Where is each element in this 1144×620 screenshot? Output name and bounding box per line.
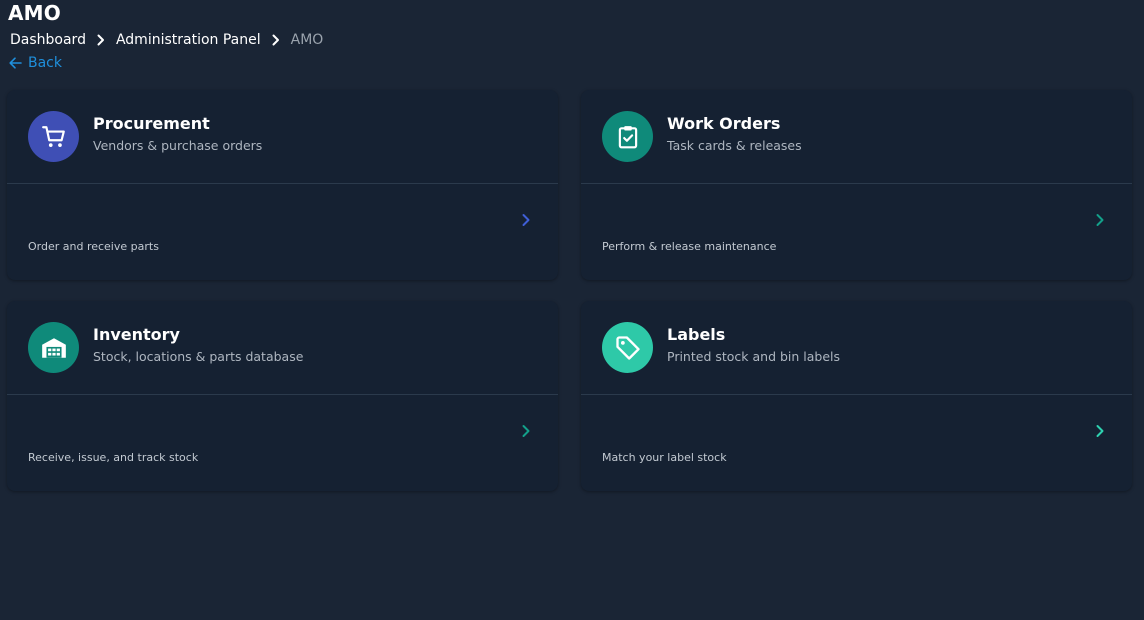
breadcrumb-dashboard[interactable]: Dashboard: [10, 32, 86, 48]
chevron-right-icon: [1095, 213, 1105, 227]
arrow-left-icon: [9, 57, 22, 69]
chevron-right-icon: [1095, 424, 1105, 438]
tag-icon: [602, 322, 653, 373]
card-subtitle: Stock, locations & parts database: [93, 349, 304, 364]
page-title: AMO: [8, 1, 61, 25]
card-subtitle: Vendors & purchase orders: [93, 138, 263, 153]
card-header: Work Orders Task cards & releases: [581, 90, 1132, 184]
clipboard-check-icon: [602, 111, 653, 162]
card-title: Work Orders: [667, 114, 781, 133]
card-description: Perform & release maintenance: [602, 240, 777, 253]
breadcrumb: Dashboard Administration Panel AMO: [10, 31, 323, 49]
breadcrumb-current: AMO: [290, 32, 324, 48]
labels-card[interactable]: Labels Printed stock and bin labels Matc…: [581, 301, 1132, 491]
back-link[interactable]: Back: [9, 55, 62, 71]
breadcrumb-administration-panel[interactable]: Administration Panel: [116, 32, 261, 48]
card-title: Inventory: [93, 325, 180, 344]
card-header: Labels Printed stock and bin labels: [581, 301, 1132, 395]
card-subtitle: Task cards & releases: [667, 138, 802, 153]
page: AMO Dashboard Administration Panel AMO B…: [0, 0, 1144, 620]
procurement-card[interactable]: Procurement Vendors & purchase orders Or…: [7, 90, 558, 280]
card-subtitle: Printed stock and bin labels: [667, 349, 841, 364]
warehouse-icon: [28, 322, 79, 373]
card-header: Procurement Vendors & purchase orders: [7, 90, 558, 184]
card-title: Procurement: [93, 114, 210, 133]
cart-icon: [28, 111, 79, 162]
card-description: Order and receive parts: [28, 240, 159, 253]
card-description: Receive, issue, and track stock: [28, 451, 199, 464]
card-description: Match your label stock: [602, 451, 727, 464]
work-orders-card[interactable]: Work Orders Task cards & releases Perfor…: [581, 90, 1132, 280]
card-title: Labels: [667, 325, 726, 344]
chevron-right-icon: [521, 424, 531, 438]
inventory-card[interactable]: Inventory Stock, locations & parts datab…: [7, 301, 558, 491]
back-label: Back: [28, 55, 62, 71]
chevron-right-icon: [97, 34, 105, 46]
chevron-right-icon: [272, 34, 280, 46]
card-header: Inventory Stock, locations & parts datab…: [7, 301, 558, 395]
chevron-right-icon: [521, 213, 531, 227]
